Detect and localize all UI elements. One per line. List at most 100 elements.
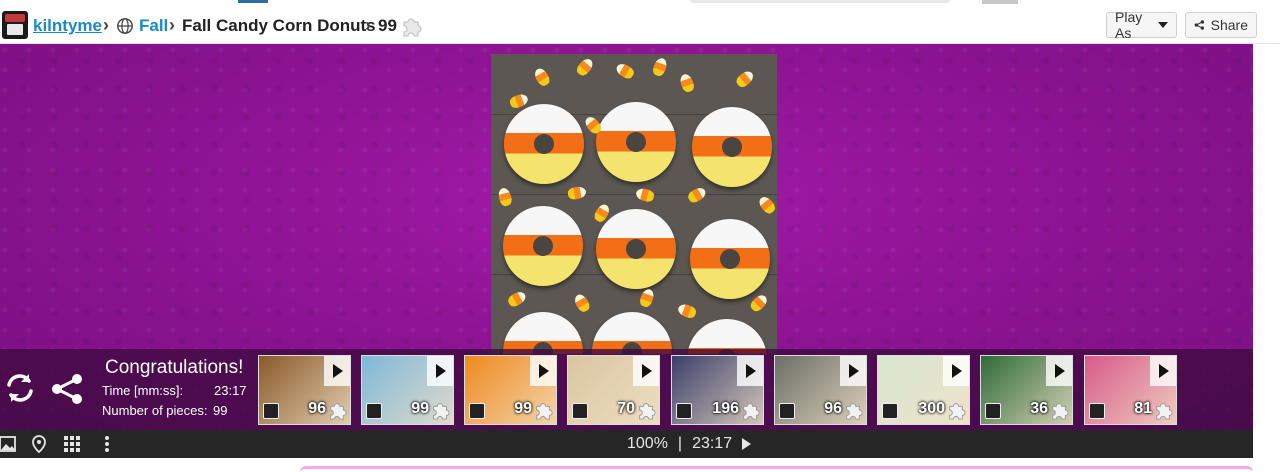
thumbnail-piece-count: 300 [918, 400, 945, 417]
candy-corn-shape [756, 194, 777, 216]
candy-corn-shape [638, 287, 656, 309]
author-avatar-icon [1089, 403, 1105, 419]
piece-count: 99 [378, 16, 397, 35]
puzzle-piece-icon [536, 403, 553, 420]
thumbnail-piece-count: 99 [514, 400, 532, 417]
candy-corn-shape [532, 66, 552, 88]
chevron-right-icon: › [103, 15, 109, 35]
pieces-label: Number of pieces: [102, 403, 208, 418]
haunted-house-thumbnail[interactable]: 196 [671, 355, 764, 425]
candy-corn-shape [634, 186, 656, 204]
candy-corn-shape [734, 68, 756, 90]
share-icon [1194, 20, 1205, 30]
author-avatar-icon [469, 403, 485, 419]
play-thumbnail-icon[interactable] [1150, 356, 1176, 386]
completed-puzzle-image[interactable] [491, 54, 777, 354]
donut-shape [503, 206, 583, 286]
zoom-level: 100% [627, 435, 668, 452]
donut-shape [692, 107, 772, 187]
thumbnail-piece-count: 96 [308, 400, 326, 417]
play-thumbnail-icon[interactable] [530, 356, 556, 386]
pieces-value: 99 [213, 403, 228, 418]
candy-corn-shape [686, 185, 708, 205]
play-thumbnail-icon[interactable] [633, 356, 659, 386]
thumbnail-piece-count: 99 [411, 400, 429, 417]
candy-corn-shape [651, 56, 669, 78]
globe-icon [117, 18, 133, 34]
chevron-right-icon: › [169, 15, 175, 35]
donut-shape [592, 312, 672, 354]
sunflower-cupcakes-thumbnail[interactable]: 70 [567, 355, 660, 425]
donut-shape [503, 312, 583, 354]
bottom-toolbar: 100% | 23:17 [0, 430, 1253, 458]
play-thumbnail-icon[interactable] [943, 356, 969, 386]
author-avatar-icon [366, 403, 382, 419]
toolbar-button-edge [982, 0, 1018, 4]
candy-corn-shape [748, 292, 770, 314]
play-thumbnail-icon[interactable] [324, 356, 350, 386]
play-as-button[interactable]: Play As [1106, 9, 1177, 41]
monster-cookies-thumbnail[interactable]: 36 [980, 355, 1073, 425]
breadcrumb-user-link[interactable]: kilntyme [33, 16, 102, 36]
page-margin [1253, 44, 1280, 458]
candy-corn-shape [614, 61, 636, 81]
play-thumbnail-icon[interactable] [427, 356, 453, 386]
grid-icon[interactable] [62, 434, 82, 454]
thumbnail-piece-count: 81 [1134, 400, 1152, 417]
puzzle-piece-icon [743, 403, 760, 420]
pumpkin-truck-thumbnail[interactable]: 96 [774, 355, 867, 425]
cookies-thumbnail[interactable]: 99 [361, 355, 454, 425]
puzzle-piece-icon [846, 403, 863, 420]
pumpkin-cookies-thumbnail[interactable]: 99 [464, 355, 557, 425]
donut-shape [504, 104, 584, 184]
elapsed-time: 23:17 [692, 435, 733, 452]
author-avatar-icon [779, 403, 795, 419]
play-thumbnail-icon[interactable] [1046, 356, 1072, 386]
puzzle-header: kilntyme › Fall › Fall Candy Corn Donuts… [0, 6, 1280, 44]
user-avatar[interactable] [2, 11, 28, 39]
play-thumbnail-icon[interactable] [840, 356, 866, 386]
thumbnail-piece-count: 196 [712, 400, 739, 417]
author-avatar-icon [263, 403, 279, 419]
thumbnail-piece-count: 96 [824, 400, 842, 417]
time-label: Time [mm:ss]: [102, 383, 184, 398]
congratulations-heading: Congratulations! [105, 357, 244, 378]
more-options-icon[interactable] [97, 434, 117, 454]
share-icon[interactable] [50, 372, 84, 406]
donut-shape [596, 102, 676, 182]
share-button[interactable]: Share [1185, 12, 1257, 38]
play-icon[interactable] [742, 438, 752, 450]
share-label: Share [1210, 17, 1248, 33]
cupcake-thumbnail[interactable]: 96 [258, 355, 351, 425]
caret-down-icon [1158, 22, 1168, 28]
play-thumbnail-icon[interactable] [737, 356, 763, 386]
breadcrumb-category-link[interactable]: Fall [139, 16, 168, 36]
candy-corn-shape [506, 289, 528, 309]
author-avatar-icon [572, 403, 588, 419]
donut-shape [596, 209, 676, 289]
time-value: 23:17 [214, 383, 247, 398]
image-preview-icon[interactable] [0, 434, 18, 454]
author-avatar-icon [882, 403, 898, 419]
puzzle-piece-icon [403, 18, 422, 37]
donut-shape [690, 219, 770, 299]
ghost-image-icon[interactable] [29, 434, 49, 454]
thumbnail-piece-count: 36 [1030, 400, 1048, 417]
thumbnail-piece-count: 70 [617, 400, 635, 417]
author-avatar-icon [676, 403, 692, 419]
refresh-icon[interactable] [3, 371, 37, 405]
author-avatar-icon [985, 403, 1001, 419]
search-bar-edge [690, 0, 950, 3]
next-section-edge [300, 466, 1253, 472]
puzzle-piece-icon [1156, 403, 1173, 420]
wood-plank-line [491, 194, 777, 195]
candy-corn-shape [678, 72, 696, 94]
watermelon-cookies-thumbnail[interactable]: 300 [877, 355, 970, 425]
candy-pops-thumbnail[interactable]: 81 [1084, 355, 1177, 425]
candy-corn-shape [496, 186, 514, 208]
zoom-time-status[interactable]: 100% | 23:17 [627, 435, 752, 453]
puzzle-piece-icon [949, 403, 966, 420]
candy-corn-shape [567, 185, 587, 201]
puzzle-piece-icon [433, 403, 450, 420]
puzzle-piece-icon [330, 403, 347, 420]
